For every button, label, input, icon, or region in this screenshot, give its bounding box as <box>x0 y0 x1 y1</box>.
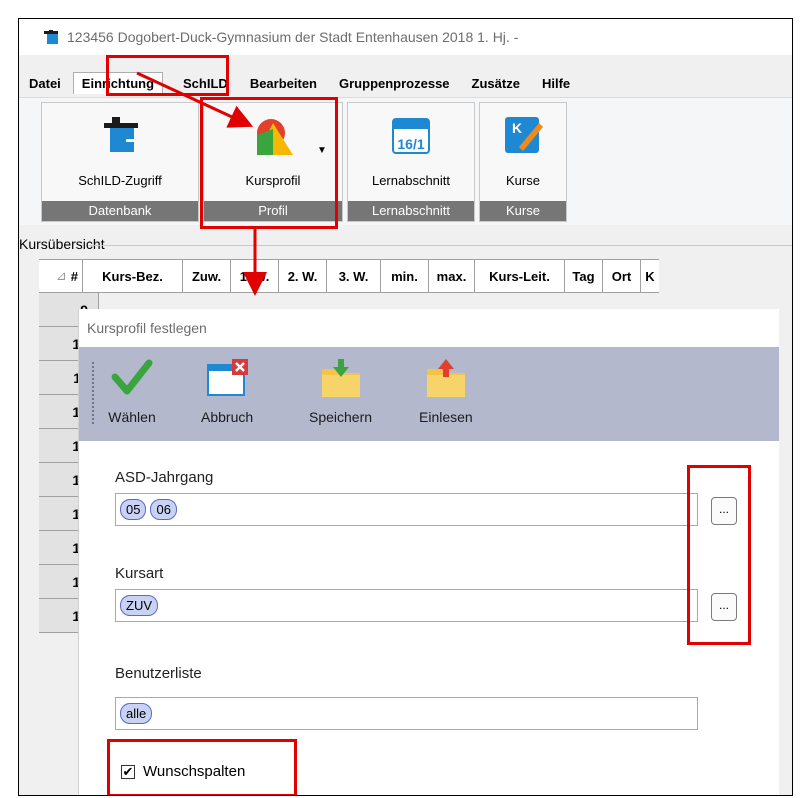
highlight-browse-buttons <box>687 465 751 645</box>
abbruch-label: Abbruch <box>201 409 254 425</box>
einlesen-label: Einlesen <box>419 409 473 425</box>
kursart-label: Kursart <box>115 565 164 582</box>
load-folder-icon <box>421 357 471 399</box>
toolbar-grip[interactable] <box>91 361 95 425</box>
asd-jahrgang-field[interactable]: 05 06 <box>115 493 698 526</box>
annotation-arrows <box>136 71 267 296</box>
token[interactable]: alle <box>120 703 153 724</box>
einlesen-button[interactable]: Einlesen <box>419 357 473 425</box>
token[interactable]: 06 <box>150 499 177 520</box>
cancel-window-icon <box>202 357 252 399</box>
benutzerliste-field[interactable]: alle <box>115 697 698 730</box>
highlight-wunschspalten <box>107 739 297 795</box>
waehlen-button[interactable]: Wählen <box>107 357 157 425</box>
speichern-label: Speichern <box>309 409 373 425</box>
dialog-toolbar: Wählen Abbruch Speichern Einlesen <box>79 347 779 441</box>
save-folder-icon <box>316 357 366 399</box>
speichern-button[interactable]: Speichern <box>309 357 372 425</box>
asd-jahrgang-label: ASD-Jahrgang <box>115 469 214 486</box>
token[interactable]: ZUV <box>120 595 158 616</box>
benutzerliste-label: Benutzerliste <box>115 665 202 682</box>
token[interactable]: 05 <box>120 499 147 520</box>
app-window: 123456 Dogobert-Duck-Gymnasium der Stadt… <box>18 18 793 796</box>
abbruch-button[interactable]: Abbruch <box>201 357 253 425</box>
kursart-field[interactable]: ZUV <box>115 589 698 622</box>
checkmark-icon <box>107 357 157 399</box>
waehlen-label: Wählen <box>108 409 156 425</box>
